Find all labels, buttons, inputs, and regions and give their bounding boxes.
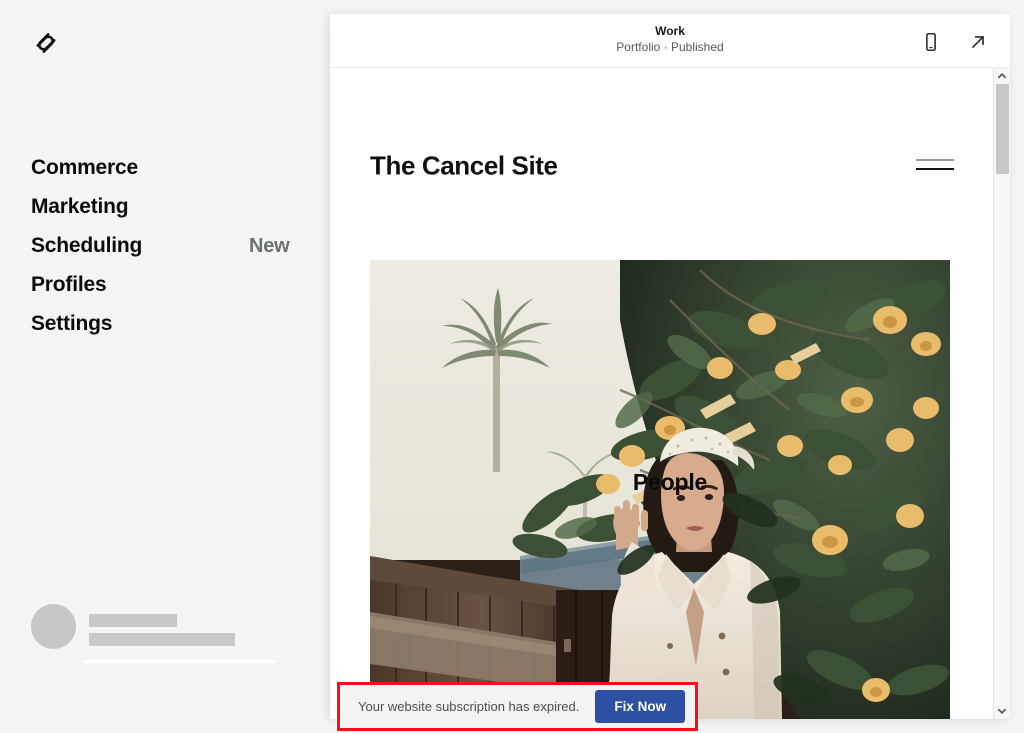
sidebar-nav: Commerce Marketing Scheduling New Profil…	[0, 148, 330, 343]
site-preview-viewport[interactable]: The Cancel Site People	[330, 68, 1010, 719]
sidebar-item-profiles[interactable]: Profiles	[0, 265, 330, 304]
sidebar-item-scheduling[interactable]: Scheduling New	[0, 226, 330, 265]
sidebar-item-label: Commerce	[31, 156, 138, 179]
sidebar: Commerce Marketing Scheduling New Profil…	[0, 0, 330, 733]
preview-header-titles: Work Portfolio · Published	[330, 23, 1010, 56]
hero-image[interactable]	[370, 260, 950, 719]
mobile-device-icon[interactable]	[917, 28, 945, 56]
subscription-notice-bar: Your website subscription has expired. F…	[340, 685, 695, 728]
fix-now-button[interactable]: Fix Now	[595, 690, 686, 723]
sidebar-item-label: Settings	[31, 312, 113, 335]
site-title[interactable]: The Cancel Site	[370, 151, 558, 182]
page-status-subtitle: Portfolio · Published	[616, 40, 724, 54]
avatar	[31, 604, 76, 649]
preview-header: Work Portfolio · Published	[330, 14, 1010, 68]
sidebar-item-settings[interactable]: Settings	[0, 304, 330, 343]
chevron-down-icon[interactable]	[994, 703, 1010, 719]
sidebar-item-commerce[interactable]: Commerce	[0, 148, 330, 187]
account-email-placeholder	[89, 633, 235, 646]
preview-scrollbar[interactable]	[993, 68, 1010, 719]
squarespace-dashboard: Commerce Marketing Scheduling New Profil…	[0, 0, 1024, 733]
page-title: Work	[655, 24, 685, 38]
account-summary[interactable]	[31, 604, 281, 666]
external-link-arrow-icon[interactable]	[964, 28, 992, 56]
account-name-placeholder	[89, 614, 177, 627]
site-preview-panel: Work Portfolio · Published The Cancel Si…	[330, 14, 1010, 719]
scrollbar-thumb[interactable]	[996, 84, 1009, 174]
divider	[83, 660, 275, 663]
sidebar-item-new-badge: New	[249, 234, 290, 257]
subscription-notice-text: Your website subscription has expired.	[358, 699, 580, 714]
hamburger-menu-icon[interactable]	[916, 159, 954, 173]
site-header: The Cancel Site	[330, 68, 1010, 207]
chevron-up-icon[interactable]	[994, 68, 1010, 84]
subscription-notice-highlight: Your website subscription has expired. F…	[337, 682, 698, 731]
squarespace-logo-icon[interactable]	[30, 27, 62, 59]
sidebar-item-marketing[interactable]: Marketing	[0, 187, 330, 226]
sidebar-item-label: Profiles	[31, 273, 107, 296]
sidebar-item-label: Scheduling	[31, 234, 143, 257]
sidebar-item-label: Marketing	[31, 195, 129, 218]
